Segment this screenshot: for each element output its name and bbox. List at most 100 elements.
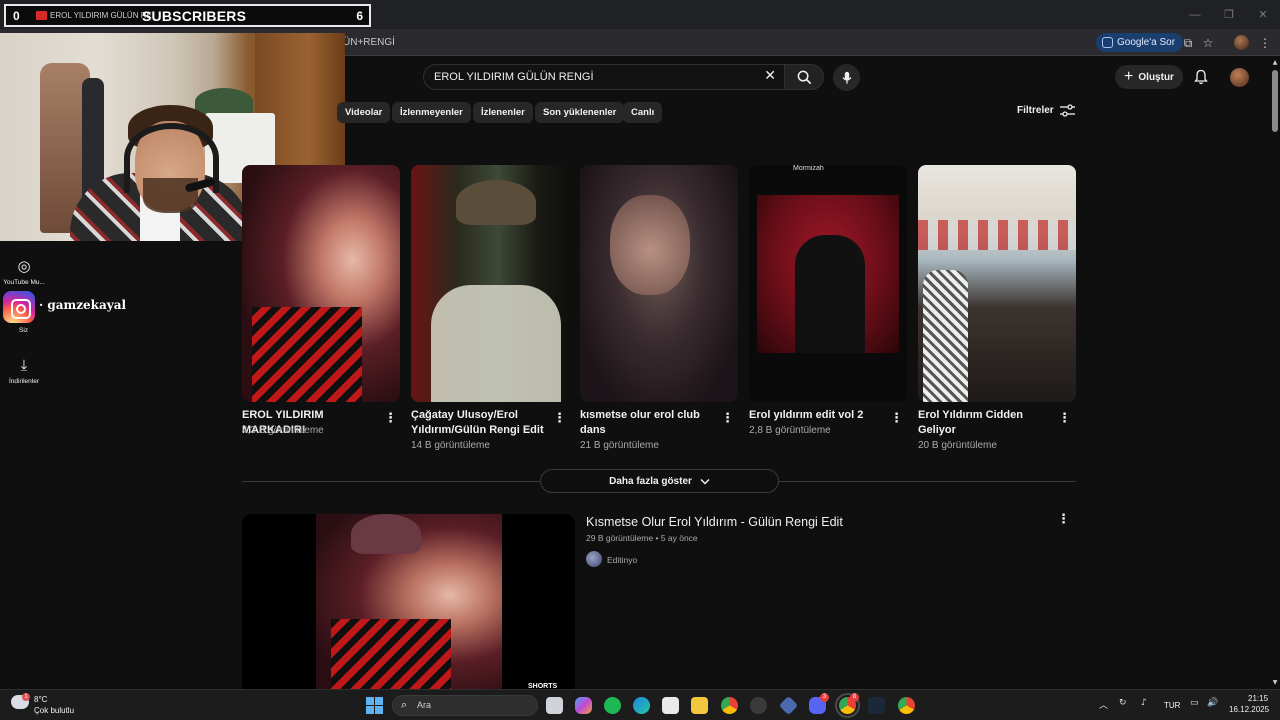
chip-live[interactable]: Canlı bbox=[623, 102, 663, 123]
microsoft-store-icon[interactable] bbox=[662, 697, 679, 714]
filters-button[interactable]: Filtreler bbox=[1017, 104, 1075, 117]
restore-icon[interactable]: ❐ bbox=[1212, 0, 1246, 29]
taskbar-search-input[interactable]: ⌕ Ara bbox=[392, 695, 538, 716]
browser-profile-avatar[interactable] bbox=[1234, 35, 1249, 50]
sidebar-item-downloads[interactable]: ⤓ İndirilenler bbox=[0, 355, 48, 385]
browser-menu-icon[interactable]: ⋮ bbox=[1257, 35, 1273, 51]
instagram-logo-icon bbox=[3, 291, 35, 323]
weather-temperature[interactable]: 8°C bbox=[34, 695, 47, 704]
short-thumbnail[interactable] bbox=[580, 165, 738, 402]
volume-icon[interactable]: 🔊 bbox=[1207, 698, 1218, 708]
lens-icon bbox=[1102, 37, 1113, 48]
sync-icon[interactable]: ↻ bbox=[1119, 698, 1127, 708]
voice-search-button[interactable] bbox=[833, 64, 860, 91]
start-button[interactable] bbox=[366, 697, 383, 714]
search-input[interactable]: EROL YILDIRIM GÜLÜN RENGİ ✕ bbox=[423, 64, 785, 90]
chevron-down-icon bbox=[700, 478, 710, 485]
chrome-icon[interactable] bbox=[721, 697, 738, 714]
video-title[interactable]: Kısmetse Olur Erol Yıldırım - Gülün Reng… bbox=[586, 515, 843, 529]
clock-time[interactable]: 21:15 bbox=[1248, 694, 1268, 703]
more-options-icon[interactable]: ⋮ bbox=[1058, 411, 1071, 427]
minimize-icon[interactable]: ― bbox=[1178, 0, 1212, 29]
search-button[interactable] bbox=[784, 64, 824, 90]
short-view-count: 21 B görüntüleme bbox=[580, 440, 659, 451]
download-icon: ⤓ bbox=[20, 356, 28, 374]
chrome-profile-icon[interactable] bbox=[898, 697, 915, 714]
subscriber-goal-count: 6 bbox=[356, 9, 363, 23]
chip-watched[interactable]: İzlenenler bbox=[473, 102, 533, 123]
more-options-icon[interactable]: ⋮ bbox=[384, 411, 397, 427]
clear-search-icon[interactable]: ✕ bbox=[764, 68, 776, 84]
more-options-icon[interactable]: ⋮ bbox=[721, 411, 734, 427]
channel-name[interactable]: Editinyo bbox=[607, 555, 637, 565]
ask-google-button[interactable]: Google'a Sor bbox=[1096, 33, 1184, 52]
video-thumbnail[interactable] bbox=[242, 514, 575, 694]
app-icon[interactable] bbox=[778, 695, 799, 716]
tray-mic-icon[interactable]: ♪ bbox=[1141, 698, 1147, 708]
bookmark-star-icon[interactable]: ☆ bbox=[1200, 35, 1216, 51]
notifications-button[interactable] bbox=[1192, 67, 1210, 87]
task-view-icon[interactable] bbox=[546, 697, 563, 714]
clock-date[interactable]: 16.12.2025 bbox=[1229, 705, 1269, 714]
short-thumbnail[interactable]: Mormizah bbox=[749, 165, 907, 402]
sidebar-item-label: İndirilenler bbox=[9, 378, 39, 385]
scroll-up-icon[interactable]: ▲ bbox=[1271, 59, 1279, 66]
filter-sliders-icon bbox=[1059, 104, 1075, 117]
chip-unwatched[interactable]: İzlenmeyenler bbox=[392, 102, 471, 123]
channel-avatar[interactable] bbox=[586, 551, 602, 567]
subscriber-start-count: 0 bbox=[13, 9, 20, 23]
weather-badge: 1 bbox=[22, 693, 30, 701]
steam-icon[interactable] bbox=[868, 697, 885, 714]
show-more-button[interactable]: Daha fazla göster bbox=[540, 469, 779, 493]
spotify-icon[interactable] bbox=[604, 697, 621, 714]
short-title[interactable]: Erol Yıldırım Cidden Geliyor #kısmetseol… bbox=[918, 408, 1056, 438]
obs-icon[interactable] bbox=[750, 697, 767, 714]
windows-logo-tile bbox=[366, 697, 374, 705]
microphone-icon bbox=[842, 71, 851, 84]
short-title[interactable]: Erol yıldırım edit vol 2 bbox=[749, 408, 887, 423]
copilot-icon[interactable] bbox=[575, 697, 592, 714]
page-scrollbar[interactable]: ▲ ▼ bbox=[1270, 57, 1280, 689]
short-view-count: 2,8 B görüntüleme bbox=[749, 425, 831, 436]
short-thumbnail[interactable] bbox=[918, 165, 1076, 402]
windows-logo-tile bbox=[375, 706, 383, 714]
sidebar-item-youtube-music[interactable]: ◎ YouTube Mu... bbox=[0, 256, 48, 286]
subscribers-label: SUBSCRIBERS bbox=[142, 8, 247, 24]
filters-label: Filtreler bbox=[1017, 105, 1054, 116]
short-thumbnail[interactable] bbox=[242, 165, 400, 402]
more-options-icon[interactable]: ⋮ bbox=[890, 411, 903, 427]
scrollbar-thumb[interactable] bbox=[1272, 70, 1278, 132]
search-query-text[interactable]: EROL YILDIRIM GÜLÜN RENGİ bbox=[434, 71, 594, 83]
file-explorer-icon[interactable] bbox=[691, 697, 708, 714]
taskbar-search-placeholder: Ara bbox=[417, 700, 432, 710]
tray-overflow-icon[interactable]: ︿ bbox=[1099, 698, 1108, 711]
edge-icon[interactable] bbox=[633, 697, 650, 714]
video-thumbnail-frame bbox=[316, 514, 502, 694]
short-view-count: 4,3 B görüntüleme bbox=[242, 425, 324, 436]
thumbnail-brand-text: Mormizah bbox=[793, 165, 824, 172]
scroll-down-icon[interactable]: ▼ bbox=[1271, 679, 1279, 686]
sidebar-item-you-label[interactable]: Siz bbox=[19, 327, 28, 334]
short-title[interactable]: kısmetse olur erol club dans bbox=[580, 408, 718, 438]
create-button[interactable]: + Oluştur bbox=[1115, 65, 1183, 89]
network-icon[interactable]: ▭ bbox=[1190, 698, 1199, 708]
more-options-icon[interactable]: ⋮ bbox=[553, 411, 566, 427]
account-avatar[interactable] bbox=[1230, 68, 1249, 87]
input-language[interactable]: TUR bbox=[1164, 701, 1180, 710]
url-text[interactable]: ÜN+RENGİ bbox=[343, 37, 395, 48]
short-thumbnail[interactable] bbox=[411, 165, 569, 402]
webcam-background-plant bbox=[195, 88, 253, 116]
more-options-icon[interactable]: ⋮ bbox=[1057, 512, 1070, 528]
chip-videos[interactable]: Videolar bbox=[337, 102, 391, 123]
weather-description[interactable]: Çok bulutlu bbox=[34, 706, 74, 715]
windows-logo-tile bbox=[366, 706, 374, 714]
search-icon: ⌕ bbox=[401, 698, 408, 711]
close-icon[interactable]: ✕ bbox=[1246, 0, 1280, 29]
install-app-icon[interactable]: ⧉ bbox=[1180, 35, 1196, 51]
instagram-handle: · gamzekayal bbox=[39, 298, 127, 312]
youtube-music-icon: ◎ bbox=[17, 257, 31, 275]
chip-recently-uploaded[interactable]: Son yüklenenler bbox=[535, 102, 625, 123]
short-view-count: 14 B görüntüleme bbox=[411, 440, 490, 451]
short-title[interactable]: Çağatay Ulusoy/Erol Yıldırım/Gülün Rengi… bbox=[411, 408, 549, 438]
short-thumbnail-frame bbox=[757, 195, 899, 353]
